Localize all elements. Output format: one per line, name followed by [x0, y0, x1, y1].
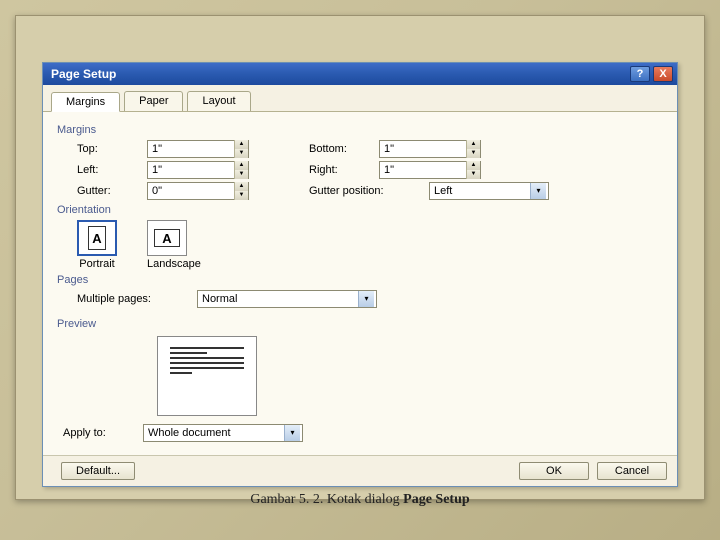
gutter-pos-value: Left	[430, 185, 530, 197]
margins-panel: Margins Top: 1" ▲▼ Bottom: 1" ▲▼ Left: 1…	[43, 112, 677, 455]
top-value[interactable]: 1"	[148, 143, 234, 155]
bottom-spinner[interactable]: 1" ▲▼	[379, 140, 481, 158]
dialog-footer: Default... OK Cancel	[43, 455, 677, 486]
spin-up-icon[interactable]: ▲	[466, 161, 480, 170]
ok-button[interactable]: OK	[519, 462, 589, 480]
right-spinner[interactable]: 1" ▲▼	[379, 161, 481, 179]
orientation-options: A Portrait A Landscape	[77, 220, 663, 270]
bottom-value[interactable]: 1"	[380, 143, 466, 155]
caption-text: Gambar 5. 2. Kotak dialog	[250, 492, 403, 507]
tab-layout[interactable]: Layout	[187, 91, 250, 111]
multiple-pages-value: Normal	[198, 293, 358, 305]
tab-margins[interactable]: Margins	[51, 92, 120, 112]
top-spinner[interactable]: 1" ▲▼	[147, 140, 249, 158]
chevron-down-icon[interactable]: ▾	[530, 183, 546, 199]
apply-to-value: Whole document	[144, 427, 284, 439]
orientation-group-label: Orientation	[57, 204, 663, 216]
left-label: Left:	[77, 164, 137, 176]
preview-group-label: Preview	[57, 318, 663, 330]
gutter-position-combo[interactable]: Left ▾	[429, 182, 549, 200]
chevron-down-icon[interactable]: ▾	[284, 425, 300, 441]
left-spinner[interactable]: 1" ▲▼	[147, 161, 249, 179]
spin-down-icon[interactable]: ▼	[466, 149, 480, 158]
spin-down-icon[interactable]: ▼	[234, 170, 248, 179]
cancel-button[interactable]: Cancel	[597, 462, 667, 480]
orientation-portrait[interactable]: A Portrait	[77, 220, 117, 270]
spin-up-icon[interactable]: ▲	[466, 140, 480, 149]
row-multiple-pages: Multiple pages: Normal ▾	[77, 290, 663, 308]
caption-bold: Page Setup	[403, 492, 470, 507]
gutter-spinner[interactable]: 0" ▲▼	[147, 182, 249, 200]
preview-page-icon	[157, 336, 257, 416]
tab-strip: Margins Paper Layout	[43, 85, 677, 112]
gutter-value[interactable]: 0"	[148, 185, 234, 197]
row-left-right: Left: 1" ▲▼ Right: 1" ▲▼	[77, 161, 663, 179]
help-button[interactable]: ?	[630, 66, 650, 82]
titlebar[interactable]: Page Setup ? X	[43, 63, 677, 85]
multiple-pages-label: Multiple pages:	[77, 293, 187, 305]
multiple-pages-combo[interactable]: Normal ▾	[197, 290, 377, 308]
apply-to-label: Apply to:	[63, 427, 133, 439]
right-label: Right:	[309, 164, 369, 176]
landscape-label: Landscape	[147, 258, 201, 270]
landscape-icon: A	[147, 220, 187, 256]
spin-down-icon[interactable]: ▼	[466, 170, 480, 179]
row-gutter: Gutter: 0" ▲▼ Gutter position: Left ▾	[77, 182, 663, 200]
default-button[interactable]: Default...	[61, 462, 135, 480]
gutter-label: Gutter:	[77, 185, 137, 197]
row-top-bottom: Top: 1" ▲▼ Bottom: 1" ▲▼	[77, 140, 663, 158]
left-value[interactable]: 1"	[148, 164, 234, 176]
spin-up-icon[interactable]: ▲	[234, 161, 248, 170]
top-label: Top:	[77, 143, 137, 155]
spin-down-icon[interactable]: ▼	[234, 191, 248, 200]
page-setup-dialog: Page Setup ? X Margins Paper Layout Marg…	[42, 62, 678, 487]
dialog-title: Page Setup	[51, 67, 627, 81]
spin-down-icon[interactable]: ▼	[234, 149, 248, 158]
apply-to-combo[interactable]: Whole document ▾	[143, 424, 303, 442]
portrait-icon: A	[77, 220, 117, 256]
tab-paper[interactable]: Paper	[124, 91, 183, 111]
orientation-landscape[interactable]: A Landscape	[147, 220, 201, 270]
margins-group-label: Margins	[57, 124, 663, 136]
spin-up-icon[interactable]: ▲	[234, 182, 248, 191]
chevron-down-icon[interactable]: ▾	[358, 291, 374, 307]
pages-group-label: Pages	[57, 274, 663, 286]
figure-caption: Gambar 5. 2. Kotak dialog Page Setup	[0, 492, 720, 508]
row-apply-to: Apply to: Whole document ▾	[63, 424, 663, 442]
close-button[interactable]: X	[653, 66, 673, 82]
gutter-pos-label: Gutter position:	[309, 185, 419, 197]
portrait-label: Portrait	[79, 258, 114, 270]
right-value[interactable]: 1"	[380, 164, 466, 176]
bottom-label: Bottom:	[309, 143, 369, 155]
spin-up-icon[interactable]: ▲	[234, 140, 248, 149]
